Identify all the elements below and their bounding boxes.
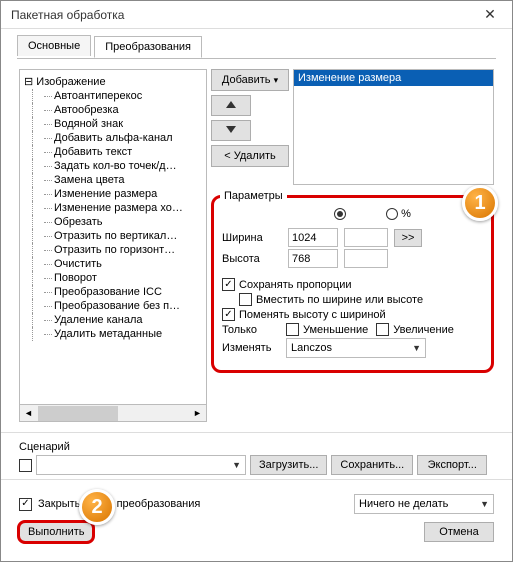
swap-checkbox[interactable] (222, 308, 235, 321)
resample-label: Изменять (222, 342, 282, 354)
tree-item[interactable]: Добавить альфа-канал (44, 131, 204, 145)
close-icon[interactable]: ✕ (470, 2, 510, 28)
swap-label: Поменять высоту с шириной (239, 309, 386, 321)
radio-percent[interactable]: % (386, 208, 411, 220)
chevron-down-icon: ▼ (412, 343, 421, 353)
width-label: Ширина (222, 232, 282, 244)
resample-select[interactable]: Lanczos ▼ (286, 338, 426, 358)
transform-tree[interactable]: Изображение Автоантиперекос Автообрезка … (19, 69, 207, 405)
tree-item[interactable]: Задать кол-во точек/д… (44, 159, 204, 173)
enlarge-label: Увеличение (393, 324, 454, 336)
width-percent-input[interactable] (344, 228, 388, 247)
scroll-left-icon[interactable]: ◄ (20, 408, 37, 418)
tree-root[interactable]: Изображение (24, 74, 204, 89)
parameters-group: Параметры % Ширина >> Высота (211, 195, 494, 373)
scenario-checkbox[interactable] (19, 459, 32, 472)
tree-item[interactable]: Автоантиперекос (44, 89, 204, 103)
close-after-checkbox[interactable] (19, 498, 32, 511)
scenario-label: Сценарий (19, 437, 494, 455)
keep-ratio-label: Сохранять пропорции (239, 279, 352, 291)
only-label: Только (222, 324, 282, 336)
tree-hscroll[interactable]: ◄ ► (19, 405, 207, 422)
tree-item[interactable]: Отразить по горизонт… (44, 243, 204, 257)
shrink-checkbox[interactable] (286, 323, 299, 336)
annotation-badge-1: 1 (462, 185, 498, 221)
annotation-badge-2: 2 (79, 489, 115, 525)
remove-button[interactable]: < Удалить (211, 145, 289, 167)
tree-item[interactable]: Удалить метаданные (44, 327, 204, 341)
go-button[interactable]: >> (394, 229, 422, 247)
selected-transforms-list[interactable]: Изменение размера (293, 69, 494, 185)
width-input[interactable] (288, 228, 338, 247)
chevron-down-icon: ▼ (232, 460, 241, 470)
list-item[interactable]: Изменение размера (294, 70, 493, 86)
fit-checkbox[interactable] (239, 293, 252, 306)
tree-item[interactable]: Водяной знак (44, 117, 204, 131)
radio-off-icon (386, 208, 398, 220)
move-down-button[interactable] (211, 120, 251, 141)
height-label: Высота (222, 253, 282, 265)
triangle-up-icon (226, 101, 236, 108)
move-up-button[interactable] (211, 95, 251, 116)
tree-item[interactable]: Изменение размера (44, 187, 204, 201)
chevron-down-icon: ▼ (480, 499, 489, 509)
triangle-down-icon (226, 126, 236, 133)
cancel-button[interactable]: Отмена (424, 522, 494, 542)
tree-item[interactable]: Отразить по вертикал… (44, 229, 204, 243)
shrink-label: Уменьшение (303, 324, 368, 336)
tree-item[interactable]: Обрезать (44, 215, 204, 229)
radio-on-icon (334, 208, 346, 220)
parameters-legend: Параметры (220, 190, 287, 202)
window-title: Пакетная обработка (11, 8, 124, 22)
tab-main[interactable]: Основные (17, 35, 91, 56)
tree-item[interactable]: Удаление канала (44, 313, 204, 327)
save-button[interactable]: Сохранить... (331, 455, 413, 475)
tab-transforms[interactable]: Преобразования (94, 36, 202, 58)
fit-label: Вместить по ширине или высоте (256, 294, 423, 306)
execute-button[interactable]: Выполнить (19, 522, 93, 542)
height-percent-input[interactable] (344, 249, 388, 268)
radio-pixels[interactable] (334, 208, 346, 220)
tree-item[interactable]: Преобразование ICC (44, 285, 204, 299)
height-input[interactable] (288, 249, 338, 268)
tree-item[interactable]: Замена цвета (44, 173, 204, 187)
add-button[interactable]: Добавить ▾ (211, 69, 289, 91)
keep-ratio-checkbox[interactable] (222, 278, 235, 291)
tree-item[interactable]: Автообрезка (44, 103, 204, 117)
chevron-down-icon: ▾ (274, 75, 279, 85)
load-button[interactable]: Загрузить... (250, 455, 327, 475)
tree-item[interactable]: Преобразование без п… (44, 299, 204, 313)
enlarge-checkbox[interactable] (376, 323, 389, 336)
tree-item[interactable]: Очистить (44, 257, 204, 271)
export-button[interactable]: Экспорт... (417, 455, 487, 475)
after-action-select[interactable]: Ничего не делать ▼ (354, 494, 494, 514)
scroll-right-icon[interactable]: ► (189, 408, 206, 418)
scenario-select[interactable]: ▼ (36, 455, 246, 475)
tree-item[interactable]: Добавить текст (44, 145, 204, 159)
tree-item[interactable]: Изменение размера хо… (44, 201, 204, 215)
tree-item[interactable]: Поворот (44, 271, 204, 285)
